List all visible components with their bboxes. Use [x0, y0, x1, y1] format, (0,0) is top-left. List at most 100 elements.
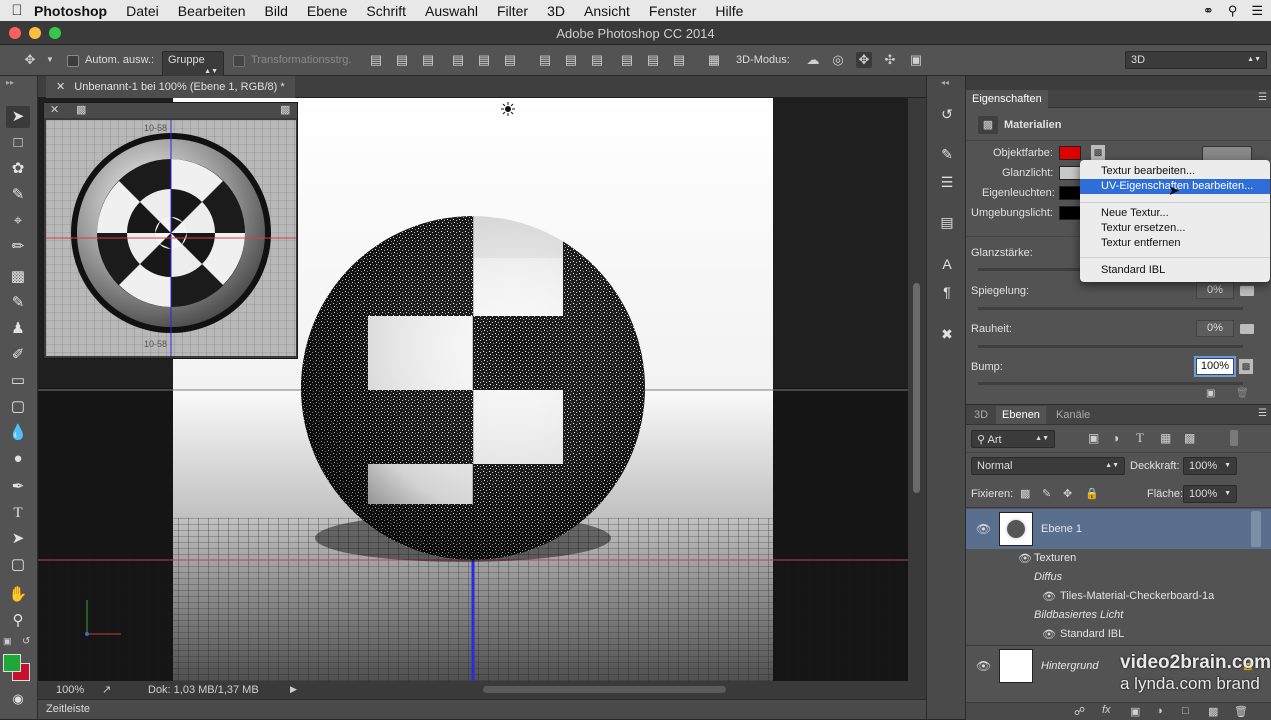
menu-replace-texture[interactable]: Textur ersetzen...	[1080, 221, 1270, 236]
layers-menu-icon[interactable]: ☰	[1258, 408, 1267, 419]
blur-tool-icon[interactable]: 💧	[6, 422, 30, 444]
eyedropper-tool-icon[interactable]: ✏	[6, 236, 30, 258]
healing-brush-tool-icon[interactable]: ▩	[6, 266, 30, 288]
blend-mode-dropdown[interactable]: Normal ▲▼	[971, 457, 1125, 475]
texture-document-window[interactable]: ✕ ▩ ▩ 10-58 10-58	[43, 102, 298, 359]
3d-pan-icon[interactable]: ✥	[856, 52, 872, 68]
align-left-icon[interactable]: ▤	[450, 52, 466, 68]
reflection-folder-icon[interactable]	[1240, 286, 1254, 296]
new-group-icon[interactable]: □	[1182, 705, 1189, 717]
render-icon[interactable]: ▣	[1206, 388, 1215, 399]
lock-position-icon[interactable]: ✥	[1063, 487, 1072, 500]
zoom-level[interactable]: 100%	[56, 684, 84, 696]
ibl-row[interactable]: 👁 Standard IBL	[966, 625, 1271, 644]
ambient-color-swatch[interactable]	[1059, 206, 1081, 220]
bump-value[interactable]: 100%	[1196, 358, 1234, 375]
menu-hilfe[interactable]: Hilfe	[715, 3, 743, 19]
align-hcenter-icon[interactable]: ▤	[476, 52, 492, 68]
menu-bearbeiten[interactable]: Bearbeiten	[178, 3, 246, 19]
layer-textures-row[interactable]: 👁 Texturen	[966, 549, 1271, 568]
quick-select-tool-icon[interactable]: ✎	[6, 184, 30, 206]
menu-ebene[interactable]: Ebene	[307, 3, 347, 19]
brush-panel-icon[interactable]: ✎	[937, 144, 957, 164]
filter-pixel-icon[interactable]: ▣	[1088, 431, 1099, 445]
lock-all-icon[interactable]: 🔒	[1085, 487, 1099, 500]
textures-eye-icon[interactable]: 👁	[1018, 552, 1032, 565]
menu-filter[interactable]: Filter	[497, 3, 528, 19]
canvas-area[interactable]: ✕ ▩ ▩ 10-58 10-58	[38, 98, 908, 681]
diffuse-texture-icon[interactable]: ▩	[1091, 145, 1105, 160]
auto-select-dropdown[interactable]: Gruppe ▲▼	[162, 51, 224, 78]
type-tool-icon[interactable]: T	[6, 502, 30, 524]
menu-ansicht[interactable]: Ansicht	[584, 3, 630, 19]
status-menu-arrow-icon[interactable]: ▶	[290, 684, 297, 695]
menu-3d[interactable]: 3D	[547, 3, 565, 19]
tab-kanaele[interactable]: Kanäle	[1050, 406, 1096, 424]
distribute-hcenter-icon[interactable]: ▤	[645, 52, 661, 68]
filter-type-icon[interactable]: T	[1136, 430, 1144, 446]
menu-app-name[interactable]: Photoshop	[34, 3, 107, 19]
spotlight-search-icon[interactable]: ⚲	[1228, 3, 1238, 19]
default-colors-icon[interactable]: ▣	[3, 636, 12, 647]
close-tab-icon[interactable]: ✕	[56, 81, 65, 93]
reflection-value[interactable]: 0%	[1196, 282, 1234, 299]
filter-smart-object-icon[interactable]: ▩	[1184, 431, 1195, 445]
3d-slide-icon[interactable]: ✣	[882, 52, 898, 68]
tools-preset-panel-icon[interactable]: ✖	[937, 324, 957, 344]
distribute-vcenter-icon[interactable]: ▤	[563, 52, 579, 68]
scrollbar-thumb[interactable]	[913, 283, 920, 493]
texture-window-resize-icon[interactable]: ▩	[280, 103, 290, 116]
distribute-left-icon[interactable]: ▤	[619, 52, 635, 68]
menu-remove-texture[interactable]: Textur entfernen	[1080, 236, 1270, 251]
ibl-name[interactable]: Standard IBL	[1060, 628, 1124, 640]
move-tool-preset-icon[interactable]: ✥	[22, 52, 38, 68]
texture-window-close-icon[interactable]: ✕	[50, 103, 59, 116]
3d-scale-icon[interactable]: ▣	[908, 52, 924, 68]
tab-eigenschaften[interactable]: Eigenschaften	[966, 90, 1048, 108]
new-layer-icon[interactable]: ▩	[1208, 705, 1218, 718]
quick-mask-icon[interactable]: ◉	[6, 688, 30, 710]
diffuse-texture-row[interactable]: 👁 Tiles-Material-Checkerboard-1a	[966, 587, 1271, 606]
layer-filter-dropdown[interactable]: ⚲ Art ▲▼	[971, 430, 1055, 448]
new-adjustment-icon[interactable]: ◑	[1156, 705, 1163, 717]
illumination-color-swatch[interactable]	[1059, 186, 1081, 200]
layer-row-ebene-1[interactable]: 👁 Ebene 1	[966, 509, 1271, 549]
path-select-tool-icon[interactable]: ➤	[6, 528, 30, 550]
align-panel-icon[interactable]: ▤	[937, 212, 957, 232]
add-mask-icon[interactable]: ▣	[1130, 705, 1140, 718]
adjustments-panel-icon[interactable]: ☰	[937, 172, 957, 192]
workspace-dropdown[interactable]: 3D ▲▼	[1125, 51, 1267, 69]
tab-3d[interactable]: 3D	[968, 406, 994, 424]
dodge-tool-icon[interactable]: ●	[6, 448, 30, 470]
delete-layer-icon[interactable]: 🗑	[1234, 705, 1248, 718]
diffuse-texture-name[interactable]: Tiles-Material-Checkerboard-1a	[1060, 590, 1214, 602]
menu-new-texture[interactable]: Neue Textur...	[1080, 206, 1270, 221]
character-panel-icon[interactable]: A	[937, 254, 957, 274]
lock-image-icon[interactable]: ✎	[1042, 487, 1051, 500]
distribute-bottom-icon[interactable]: ▤	[589, 52, 605, 68]
menu-standard-ibl[interactable]: Standard IBL	[1080, 263, 1270, 278]
pen-tool-icon[interactable]: ✒	[6, 476, 30, 498]
fx-icon[interactable]: fx	[1102, 704, 1111, 716]
document-tab[interactable]: ✕ Unbenannt-1 bei 100% (Ebene 1, RGB/8) …	[46, 76, 295, 98]
reflection-slider[interactable]	[978, 307, 1243, 310]
hand-tool-icon[interactable]: ✋	[6, 584, 30, 606]
menu-datei[interactable]: Datei	[126, 3, 159, 19]
roughness-folder-icon[interactable]	[1240, 324, 1254, 334]
align-bottom-icon[interactable]: ▤	[420, 52, 436, 68]
swap-colors-icon[interactable]: ↺	[22, 636, 30, 647]
marquee-tool-icon[interactable]: □	[6, 132, 30, 154]
filter-adjustment-icon[interactable]: ◑	[1112, 431, 1119, 445]
tools-collapse-icon[interactable]: ▸▸	[6, 78, 14, 87]
apple-icon[interactable]: 	[0, 2, 34, 19]
visibility-eye-icon[interactable]: 👁	[976, 522, 991, 536]
transform-controls-checkbox[interactable]	[233, 55, 245, 67]
crop-tool-icon[interactable]: ⌖	[6, 210, 30, 232]
zoom-tool-icon[interactable]: ⚲	[6, 610, 30, 632]
bump-slider[interactable]	[978, 382, 1243, 385]
menu-schrift[interactable]: Schrift	[366, 3, 406, 19]
specular-color-swatch[interactable]	[1059, 166, 1081, 180]
filter-toggle[interactable]	[1230, 430, 1238, 446]
history-brush-tool-icon[interactable]: ✐	[6, 344, 30, 366]
auto-select-checkbox[interactable]	[67, 55, 79, 67]
